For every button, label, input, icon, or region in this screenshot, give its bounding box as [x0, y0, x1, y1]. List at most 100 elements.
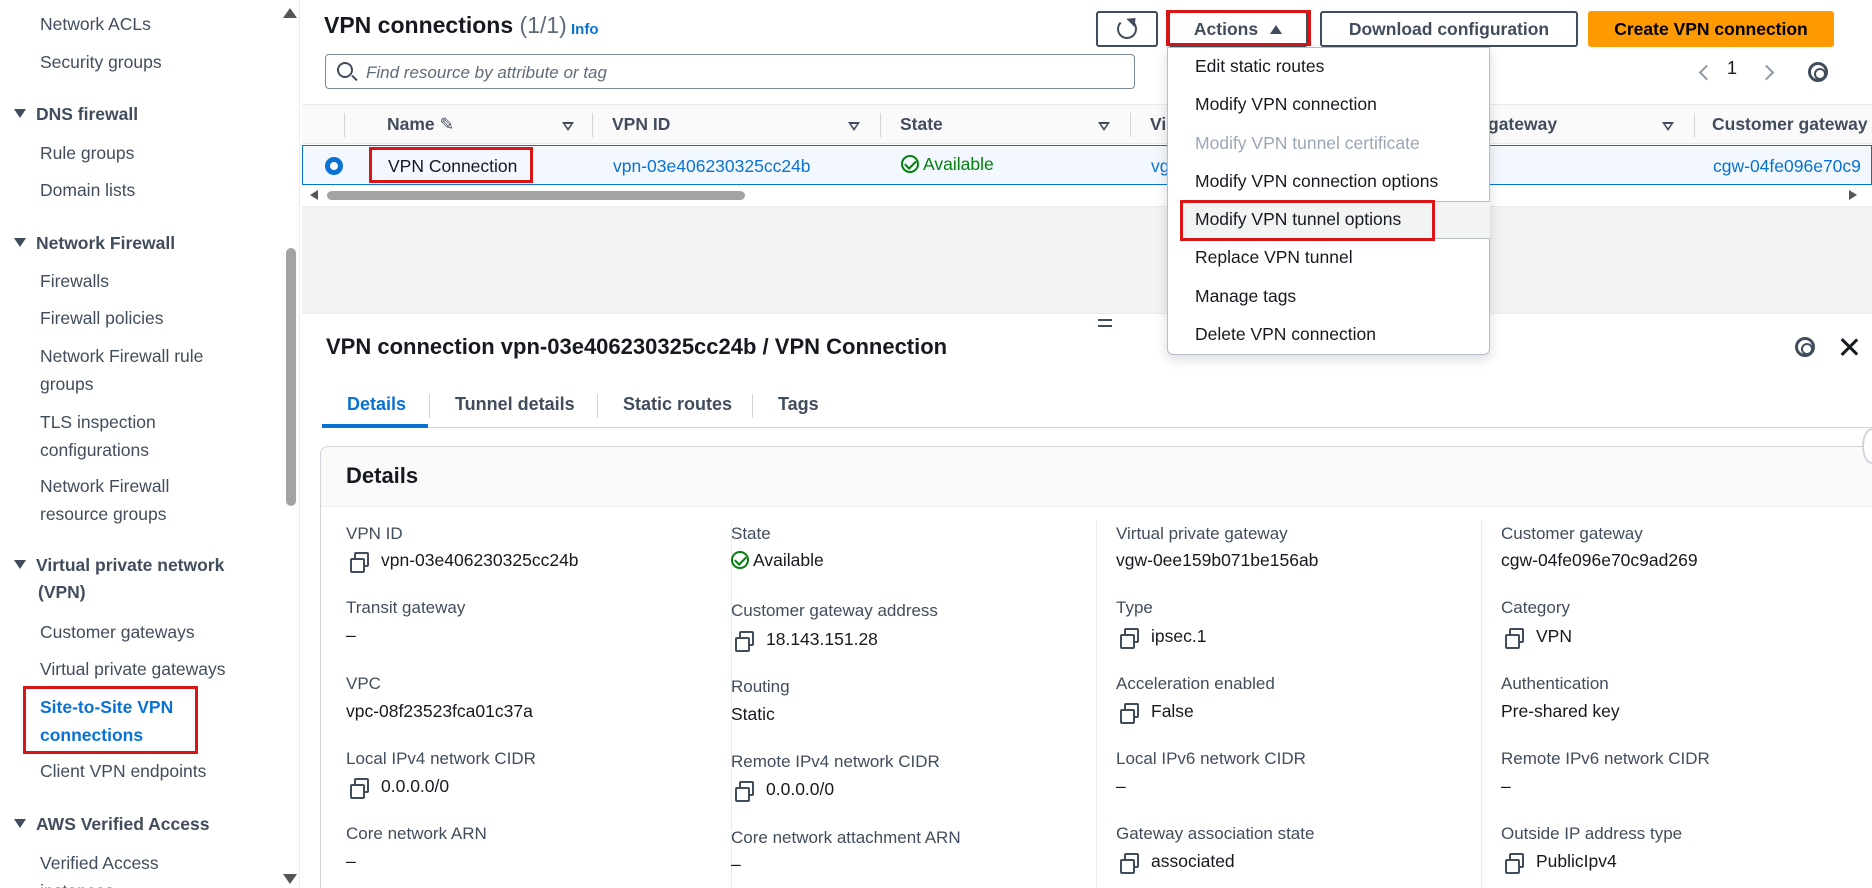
field-value-outside-ip-address-type: PublicIpv4	[1505, 851, 1617, 874]
sidebar-item-tls-inspection[interactable]: TLS inspection configurations	[40, 408, 156, 464]
copy-icon[interactable]	[1505, 628, 1524, 649]
menu-item-delete-vpn-connection[interactable]: Delete VPN connection	[1195, 324, 1376, 345]
highlight-box	[23, 686, 198, 754]
row-select-radio[interactable]	[325, 157, 343, 175]
sidebar-scrollbar[interactable]	[286, 248, 296, 506]
tab-divider	[597, 394, 598, 418]
field-value-local-ipv4-cidr: 0.0.0.0/0	[350, 776, 449, 799]
sort-icon[interactable]	[562, 122, 574, 131]
scroll-left-arrow-icon[interactable]	[310, 190, 318, 200]
sidebar-item-customer-gateways[interactable]: Customer gateways	[40, 618, 195, 646]
sidebar-item-network-acls[interactable]: Network ACLs	[40, 10, 151, 38]
field-label-customer-gateway-address: Customer gateway address	[731, 601, 938, 620]
field-value-cgw-link[interactable]: cgw-04fe096e70c9ad269	[1501, 550, 1698, 571]
gear-icon[interactable]	[1808, 62, 1828, 82]
tab-details[interactable]: Details	[347, 394, 406, 415]
copy-icon[interactable]	[735, 631, 754, 652]
menu-item-replace-vpn-tunnel[interactable]: Replace VPN tunnel	[1195, 247, 1353, 268]
field-value-core-network-attachment-arn: –	[731, 854, 741, 874]
scroll-up-arrow-icon[interactable]	[283, 8, 297, 18]
value-text: 0.0.0.0/0	[766, 779, 835, 799]
page-number[interactable]: 1	[1727, 58, 1737, 79]
sidebar-section-network-firewall[interactable]: Network Firewall	[14, 230, 175, 256]
highlight-box	[1166, 10, 1311, 46]
highlight-box	[369, 147, 533, 183]
menu-item-modify-vpn-tunnel-certificate: Modify VPN tunnel certificate	[1195, 133, 1420, 153]
field-value-customer-gateway-address: 18.143.151.28	[735, 629, 878, 652]
copy-icon[interactable]	[1120, 853, 1139, 874]
sidebar-item-rule-groups[interactable]: Rule groups	[40, 139, 134, 167]
field-value-remote-ipv6-cidr: –	[1501, 776, 1511, 796]
field-value-vgw-link[interactable]: vgw-0ee159b071be156ab	[1116, 550, 1318, 571]
sidebar-item-virtual-private-gateways[interactable]: Virtual private gateways	[40, 655, 225, 683]
split-panel-gap	[302, 206, 1872, 314]
sidebar-item-client-vpn-endpoints[interactable]: Client VPN endpoints	[40, 757, 206, 785]
sidebar-item-firewall-policies[interactable]: Firewall policies	[40, 304, 164, 332]
search-input[interactable]: Find resource by attribute or tag	[325, 54, 1135, 89]
sidebar-item-verified-access-instances[interactable]: Verified Access instances	[40, 849, 159, 888]
download-configuration-button[interactable]: Download configuration	[1320, 11, 1578, 47]
edit-pencil-icon: ✎	[439, 114, 455, 134]
tab-static-routes[interactable]: Static routes	[623, 394, 732, 415]
expand-icon	[14, 237, 26, 247]
sidebar-item-security-groups[interactable]: Security groups	[40, 48, 162, 76]
resize-handle-icon[interactable]	[1098, 319, 1112, 327]
menu-item-modify-vpn-connection-options[interactable]: Modify VPN connection options	[1195, 171, 1438, 192]
scrollbar-thumb[interactable]	[327, 191, 745, 200]
copy-icon[interactable]	[1505, 853, 1524, 874]
table-header: Name ✎ VPN ID State Vi gateway Customer …	[302, 104, 1872, 144]
cell-vpn-id-link[interactable]: vpn-03e406230325cc24b	[613, 156, 811, 177]
sidebar-section-aws-verified-access[interactable]: AWS Verified Access	[14, 811, 209, 837]
field-label-type: Type	[1116, 598, 1153, 617]
copy-icon[interactable]	[350, 552, 369, 573]
details-card-header: Details	[321, 447, 1872, 507]
highlight-box	[1180, 200, 1435, 241]
sidebar-section-vpn[interactable]: Virtual private network (VPN)	[14, 552, 224, 606]
gear-icon[interactable]	[1795, 337, 1815, 357]
tab-tunnel-details[interactable]: Tunnel details	[455, 394, 575, 415]
expand-icon	[14, 559, 26, 569]
column-header-customer-gateway[interactable]: Customer gateway	[1712, 114, 1868, 135]
scroll-down-arrow-icon[interactable]	[283, 874, 297, 884]
column-header-transit-gateway[interactable]: gateway	[1488, 114, 1557, 135]
table-horizontal-scrollbar[interactable]	[302, 188, 1857, 202]
field-value-vpc-link[interactable]: vpc-08f23523fca01c37a	[346, 701, 533, 722]
sort-icon[interactable]	[1662, 122, 1674, 131]
refresh-button[interactable]	[1096, 11, 1158, 47]
create-vpn-connection-button[interactable]: Create VPN connection	[1588, 11, 1834, 47]
column-header-vpn-id[interactable]: VPN ID	[612, 114, 670, 135]
sidebar-item-network-firewall-resource-groups[interactable]: Network Firewall resource groups	[40, 472, 169, 528]
actions-dropdown-menu: Edit static routes Modify VPN connection…	[1167, 47, 1490, 355]
details-card-title: Details	[346, 463, 419, 488]
chevron-left-icon[interactable]	[1698, 64, 1715, 81]
sidebar-section-dns-firewall[interactable]: DNS firewall	[14, 101, 138, 127]
copy-icon[interactable]	[735, 781, 754, 802]
sort-icon[interactable]	[1098, 122, 1110, 131]
cell-cgw-link[interactable]: cgw-04fe096e70c9	[1713, 156, 1861, 177]
sort-icon[interactable]	[848, 122, 860, 131]
sidebar-item-firewalls[interactable]: Firewalls	[40, 267, 109, 295]
chevron-right-icon[interactable]	[1758, 64, 1775, 81]
copy-icon[interactable]	[350, 778, 369, 799]
details-panel-title: VPN connection vpn-03e406230325cc24b / V…	[326, 334, 948, 359]
field-label-transit-gateway: Transit gateway	[346, 598, 466, 617]
menu-item-modify-vpn-connection[interactable]: Modify VPN connection	[1195, 94, 1377, 115]
value-text: Available	[753, 550, 824, 570]
scroll-right-arrow-icon[interactable]	[1849, 190, 1857, 200]
sidebar-item-label: resource groups	[40, 504, 167, 524]
copy-icon[interactable]	[1120, 703, 1139, 724]
menu-item-edit-static-routes[interactable]: Edit static routes	[1195, 56, 1324, 77]
copy-icon[interactable]	[1120, 628, 1139, 649]
selection-count: (1/1)	[519, 12, 567, 38]
column-header-name[interactable]: Name ✎	[387, 114, 454, 135]
column-header-state[interactable]: State	[900, 114, 943, 135]
column-header-virtual-private-gateway[interactable]: Vi	[1150, 114, 1166, 135]
sidebar-item-domain-lists[interactable]: Domain lists	[40, 176, 135, 204]
sidebar-item-network-firewall-rule-groups[interactable]: Network Firewall rule groups	[40, 342, 203, 398]
refresh-icon	[1117, 19, 1137, 39]
close-icon[interactable]	[1838, 336, 1860, 358]
info-link[interactable]: Info	[571, 21, 599, 38]
tab-tags[interactable]: Tags	[778, 394, 819, 415]
menu-item-manage-tags[interactable]: Manage tags	[1195, 286, 1296, 307]
table-row[interactable]: VPN Connection vpn-03e406230325cc24b Ava…	[302, 145, 1872, 185]
